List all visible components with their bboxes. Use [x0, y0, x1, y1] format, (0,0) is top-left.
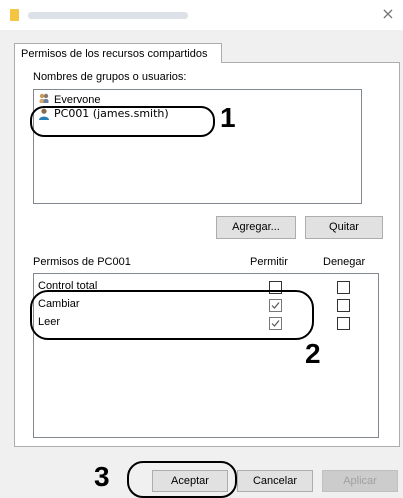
allow-column-header: Permitir: [250, 256, 288, 268]
deny-checkbox[interactable]: [337, 299, 350, 312]
permissions-title: Permisos de PC001: [33, 256, 131, 268]
annotation-step-3: 3: [94, 461, 110, 492]
group-icon: [39, 93, 49, 103]
annotation-step-1: 1: [220, 102, 236, 133]
deny-checkbox[interactable]: [337, 281, 350, 294]
close-icon[interactable]: ×: [378, 4, 398, 24]
annotation-step-2: 2: [305, 338, 321, 369]
list-item-label: Everyone: [54, 94, 101, 103]
annotation-oval-permissions: [30, 290, 314, 340]
folder-icon: [10, 9, 19, 21]
annotation-oval-user: [30, 106, 215, 137]
window-title-redacted: [28, 12, 188, 19]
list-item-everyone[interactable]: Everyone: [36, 91, 100, 103]
cancel-button[interactable]: Cancelar: [237, 470, 313, 492]
apply-button[interactable]: Aplicar: [322, 470, 398, 492]
annotation-oval-ok: [127, 461, 237, 498]
add-button[interactable]: Agregar...: [216, 216, 296, 239]
group-list-label: Nombres de grupos o usuarios:: [33, 71, 187, 83]
deny-column-header: Denegar: [323, 256, 366, 268]
remove-button[interactable]: Quitar: [305, 216, 383, 239]
tab-share-permissions[interactable]: Permisos de los recursos compartidos: [14, 43, 222, 63]
deny-checkbox[interactable]: [337, 317, 350, 330]
